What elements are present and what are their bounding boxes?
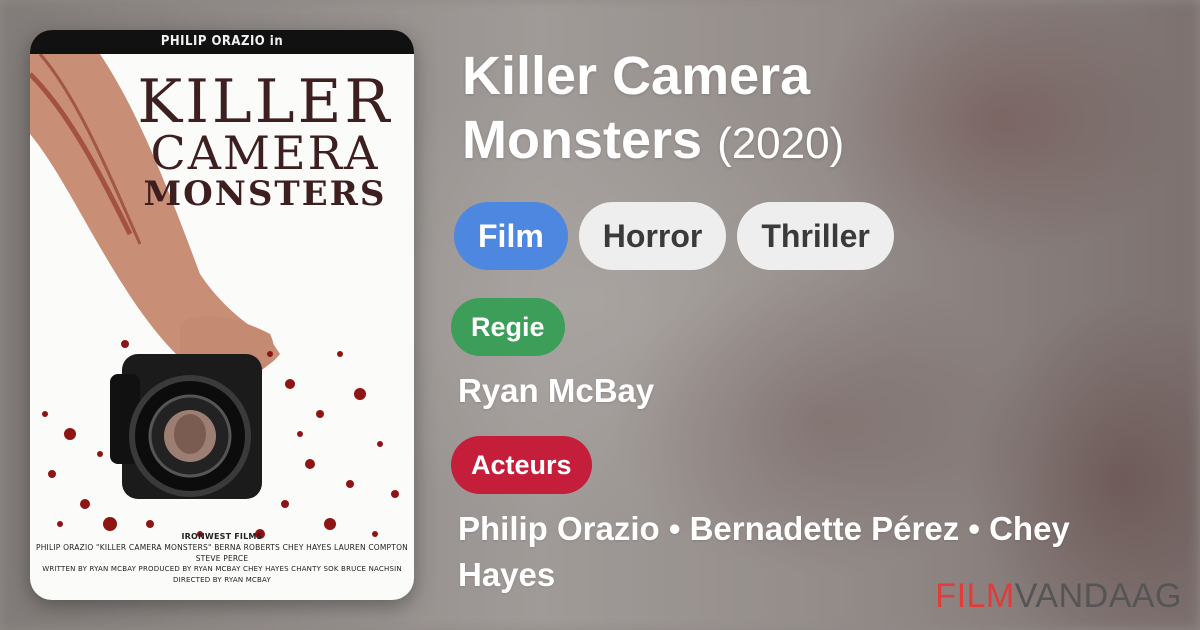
genre-tags: Film Horror Thriller xyxy=(454,202,894,270)
poster-credits-line1: PHILIP ORAZIO "KILLER CAMERA MONSTERS" B… xyxy=(36,543,408,563)
logo-part-vandaag: VANDAAG xyxy=(1014,577,1182,615)
poster-title-line1: KILLER xyxy=(137,67,393,137)
filmvandaag-logo[interactable]: FILMVANDAAG xyxy=(935,577,1182,616)
tag-horror[interactable]: Horror xyxy=(578,202,727,270)
movie-title: Killer Camera Monsters (2020) xyxy=(462,44,1162,176)
poster-title: KILLER CAMERA MONSTERS xyxy=(120,67,410,214)
movie-poster[interactable]: PHILIP ORAZIO in KILLER CAMERA MONSTERS xyxy=(30,30,414,600)
poster-credits-line2: WRITTEN BY RYAN MCBAY PRODUCED BY RYAN M… xyxy=(42,565,402,573)
movie-title-line1: Killer Camera xyxy=(462,46,811,106)
director-label-badge: Regie xyxy=(451,298,565,356)
logo-part-film: FILM xyxy=(935,577,1015,615)
cast-label-badge: Acteurs xyxy=(451,436,592,494)
movie-title-line2: Monsters xyxy=(462,110,703,170)
tag-thriller[interactable]: Thriller xyxy=(737,202,894,270)
poster-credits-line3: DIRECTED BY RYAN MCBAY xyxy=(173,576,271,584)
poster-studio: IRONWEST FILMS xyxy=(181,532,263,541)
poster-title-line2: CAMERA xyxy=(150,126,380,180)
poster-credits: IRONWEST FILMS PHILIP ORAZIO "KILLER CAM… xyxy=(30,531,414,586)
poster-top-credit: PHILIP ORAZIO in xyxy=(30,30,414,54)
movie-year: (2020) xyxy=(717,119,845,168)
tag-film[interactable]: Film xyxy=(454,202,568,270)
poster-title-line3: MONSTERS xyxy=(143,174,387,214)
director-name[interactable]: Ryan McBay xyxy=(458,368,654,414)
